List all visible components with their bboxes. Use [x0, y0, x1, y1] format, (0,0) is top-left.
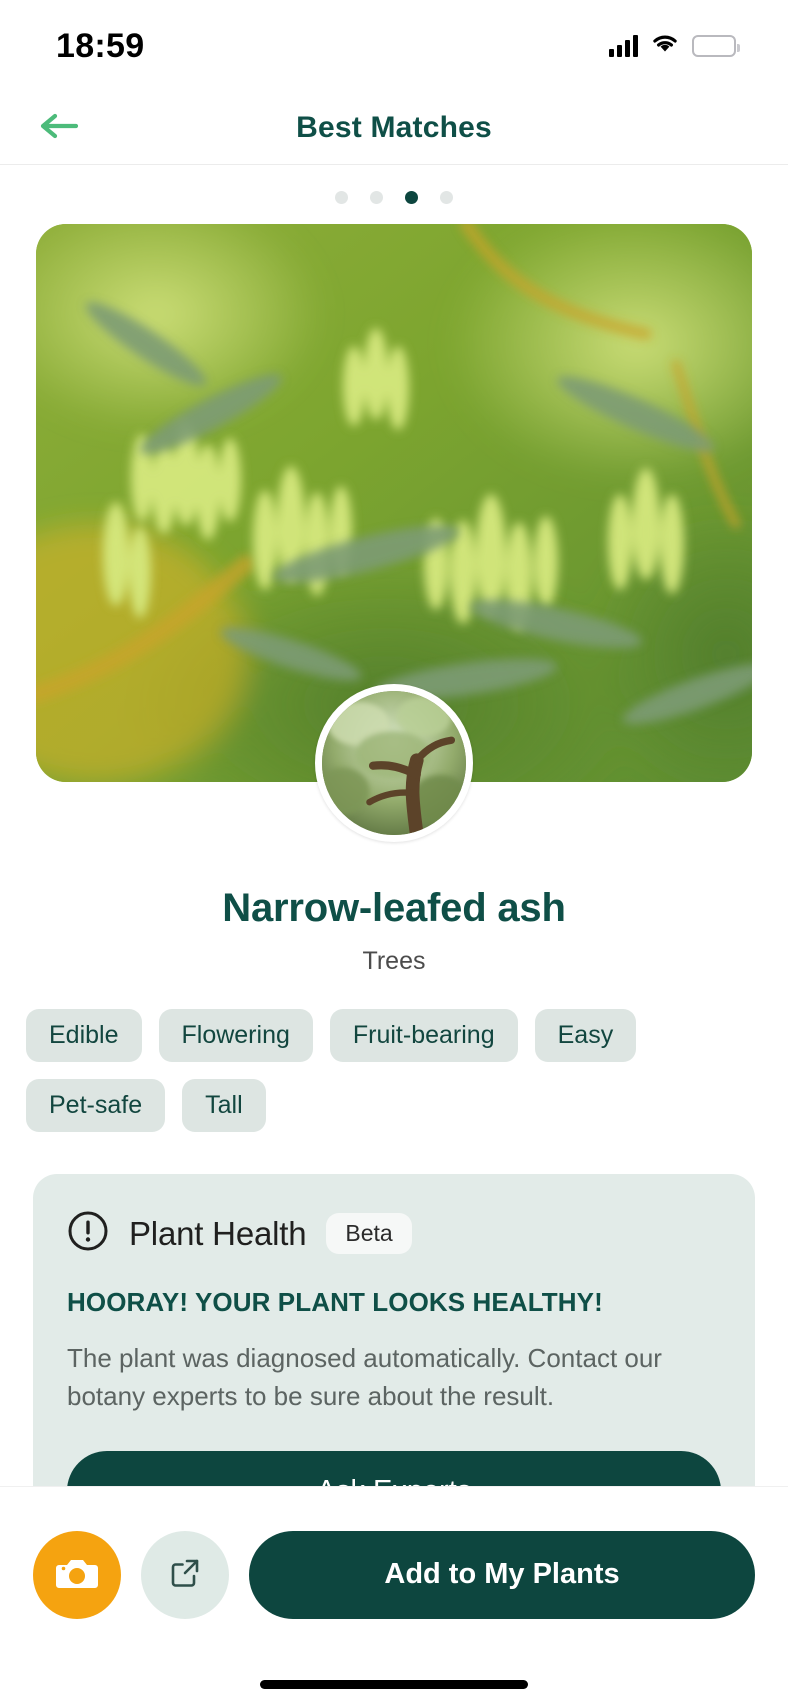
exclamation-circle-icon	[67, 1210, 109, 1257]
camera-icon	[55, 1554, 99, 1595]
carousel-dot[interactable]	[370, 191, 383, 204]
plant-tag[interactable]: Tall	[182, 1079, 266, 1132]
plant-tag[interactable]: Edible	[26, 1009, 142, 1062]
add-to-my-plants-button[interactable]: Add to My Plants	[249, 1530, 755, 1619]
plant-health-header: Plant Health Beta	[67, 1210, 721, 1257]
plant-health-status: HOORAY! YOUR PLANT LOOKS HEALTHY!	[67, 1287, 603, 1317]
plant-tag[interactable]: Flowering	[158, 1009, 313, 1062]
back-button[interactable]	[30, 102, 88, 154]
camera-button[interactable]	[33, 1530, 121, 1619]
page-title: Best Matches	[296, 111, 492, 144]
home-indicator[interactable]	[260, 1679, 528, 1689]
plant-thumbnail-inset[interactable]	[315, 684, 473, 842]
app-screen: 18:59 Best Matches Narrow-leafed ash Tre…	[0, 0, 788, 1706]
bottom-action-bar: Add to My Plants	[0, 1486, 788, 1662]
plant-tag-list: Edible Flowering Fruit-bearing Easy Pet-…	[0, 976, 788, 1132]
plant-tag[interactable]: Pet-safe	[26, 1079, 166, 1132]
carousel-dot[interactable]	[335, 191, 348, 204]
home-indicator-area	[0, 1662, 788, 1706]
status-bar: 18:59	[0, 0, 788, 92]
status-icons	[609, 33, 740, 59]
battery-low-power-icon	[692, 35, 740, 57]
plant-health-title: Plant Health	[129, 1214, 307, 1252]
thumbnail-illustration	[322, 691, 466, 835]
plant-name: Narrow-leafed ash	[222, 886, 566, 930]
carousel-pager[interactable]	[0, 165, 788, 224]
plant-health-card: Plant Health Beta HOORAY! YOUR PLANT LOO…	[33, 1174, 755, 1486]
carousel-dot[interactable]	[440, 191, 453, 204]
plant-category: Trees	[362, 947, 426, 975]
plant-tag[interactable]: Easy	[534, 1009, 637, 1062]
hero-image-container[interactable]	[36, 224, 752, 842]
ask-experts-button[interactable]: Ask Experts	[67, 1451, 721, 1486]
main-content: Narrow-leafed ash Trees Edible Flowering…	[0, 165, 788, 1486]
share-button[interactable]	[141, 1530, 229, 1619]
plant-health-description: The plant was diagnosed automatically. C…	[67, 1343, 662, 1411]
arrow-left-icon	[37, 111, 81, 146]
share-external-link-icon	[167, 1555, 203, 1594]
navigation-bar: Best Matches	[0, 92, 788, 165]
beta-badge: Beta	[326, 1213, 412, 1254]
cellular-signal-icon	[609, 35, 638, 57]
plant-tag[interactable]: Fruit-bearing	[329, 1009, 518, 1062]
status-time: 18:59	[56, 26, 145, 65]
wifi-icon	[651, 33, 679, 59]
carousel-dot-active[interactable]	[405, 191, 418, 204]
